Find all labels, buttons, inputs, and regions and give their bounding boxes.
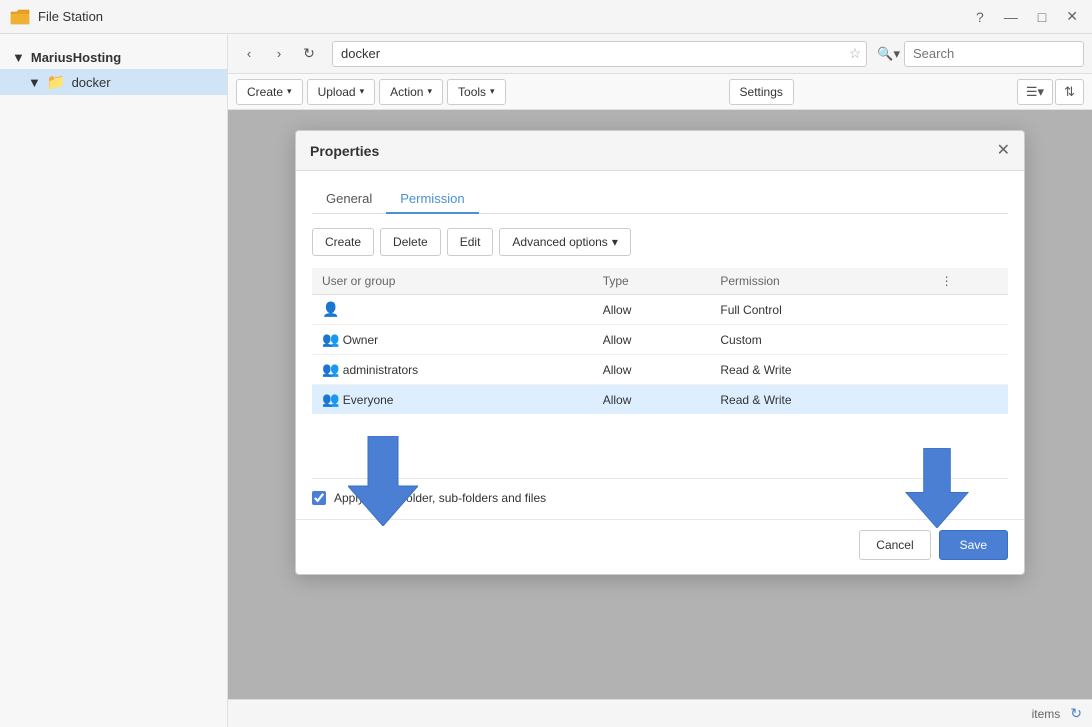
caret-icon: ▾ (427, 86, 432, 97)
app-title: File Station (38, 9, 103, 24)
sidebar-group-header[interactable]: ▼ MariusHosting (0, 46, 227, 69)
col-header-user: User or group (312, 268, 593, 295)
upload-button[interactable]: Upload ▾ (307, 79, 376, 105)
perm-cell: Full Control (710, 295, 930, 325)
caret-icon: ▾ (490, 86, 495, 97)
table-row[interactable]: 👥 Owner Allow Custom (312, 325, 1008, 355)
chevron-right-icon: ▼ (28, 75, 41, 90)
help-button[interactable]: ? (972, 7, 988, 27)
user-cell: 👥 administrators (312, 355, 593, 385)
type-cell: Allow (593, 385, 711, 415)
tab-permission[interactable]: Permission (386, 185, 478, 214)
view-controls: ☰▾ ⇅ (1017, 79, 1084, 105)
properties-modal: Properties ✕ General Permission Create (295, 130, 1025, 575)
save-button[interactable]: Save (939, 530, 1008, 560)
type-cell: Allow (593, 325, 711, 355)
type-cell: Allow (593, 355, 711, 385)
sidebar-group: ▼ MariusHosting ▼ 📁 docker (0, 42, 227, 99)
action-button[interactable]: Action ▾ (379, 79, 443, 105)
search-icon-button[interactable]: 🔍▾ (877, 46, 900, 62)
list-view-button[interactable]: ☰▾ (1017, 79, 1053, 105)
status-bar: items ↻ (228, 699, 1092, 727)
more-cell (931, 325, 1008, 355)
col-header-more: ⋮ (931, 268, 1008, 295)
address-bar-container: ☆ (332, 41, 867, 67)
perm-create-button[interactable]: Create (312, 228, 374, 256)
permission-table: User or group Type Permission ⋮ 👤 (312, 268, 1008, 414)
sidebar: ▼ MariusHosting ▼ 📁 docker (0, 34, 228, 727)
permission-buttons: Create Delete Edit Advanced options ▾ (312, 228, 1008, 256)
cancel-button[interactable]: Cancel (859, 530, 930, 560)
address-input[interactable] (332, 41, 867, 67)
sort-button[interactable]: ⇅ (1055, 79, 1084, 105)
modal-body: General Permission Create Delete Edit Ad… (296, 171, 1024, 428)
perm-delete-button[interactable]: Delete (380, 228, 441, 256)
close-button[interactable]: ✕ (1062, 6, 1082, 27)
group-icon: 👥 (322, 331, 339, 347)
toolbar: ‹ › ↻ ☆ 🔍▾ (228, 34, 1092, 74)
items-count: items (1032, 707, 1061, 721)
chevron-down-icon: ▼ (12, 50, 25, 65)
modal-header: Properties ✕ (296, 131, 1024, 171)
search-container: 🔍▾ (877, 41, 1084, 67)
sidebar-item-docker[interactable]: ▼ 📁 docker (0, 69, 227, 95)
type-cell: Allow (593, 295, 711, 325)
search-input[interactable] (904, 41, 1084, 67)
minimize-button[interactable]: — (1000, 7, 1022, 27)
caret-icon: ▾ (360, 86, 365, 97)
more-cell (931, 355, 1008, 385)
user-icon: 👤 (322, 301, 339, 317)
modal-overlay: Properties ✕ General Permission Create (228, 110, 1092, 699)
more-cell (931, 385, 1008, 415)
user-cell: 👥 Everyone (312, 385, 593, 415)
content-area: ‹ › ↻ ☆ 🔍▾ Create ▾ Upload ▾ Actio (228, 34, 1092, 727)
bookmark-icon[interactable]: ☆ (849, 45, 862, 62)
arrow-right-indicator (902, 448, 972, 528)
more-cell (931, 295, 1008, 325)
table-row[interactable]: 👥 Everyone Allow Read & Write (312, 385, 1008, 415)
caret-icon: ▾ (612, 235, 618, 249)
modal-title: Properties (310, 143, 379, 159)
sidebar-item-label: docker (72, 75, 111, 90)
caret-icon: ▾ (287, 86, 292, 97)
arrow-left-indicator (348, 436, 418, 526)
perm-cell: Custom (710, 325, 930, 355)
apply-checkbox[interactable] (312, 491, 326, 505)
user-cell: 👥 Owner (312, 325, 593, 355)
perm-advanced-button[interactable]: Advanced options ▾ (499, 228, 630, 256)
perm-cell: Read & Write (710, 355, 930, 385)
table-header-row: User or group Type Permission ⋮ (312, 268, 1008, 295)
down-arrow-right-icon (902, 448, 972, 528)
tab-general[interactable]: General (312, 185, 386, 214)
table-row[interactable]: 👥 administrators Allow Read & Write (312, 355, 1008, 385)
folder-icon (10, 7, 30, 27)
create-button[interactable]: Create ▾ (236, 79, 303, 105)
file-area: Properties ✕ General Permission Create (228, 110, 1092, 699)
col-header-type: Type (593, 268, 711, 295)
table-row[interactable]: 👤 Allow Full Control (312, 295, 1008, 325)
maximize-button[interactable]: □ (1034, 7, 1050, 27)
perm-cell: Read & Write (710, 385, 930, 415)
folder-icon: 📁 (47, 73, 66, 91)
down-arrow-left-icon (348, 436, 418, 526)
forward-button[interactable]: › (266, 41, 292, 67)
user-cell: 👤 (312, 295, 593, 325)
modal-footer-area: Apply to this folder, sub-folders and fi… (296, 428, 1024, 519)
action-bar: Create ▾ Upload ▾ Action ▾ Tools ▾ Setti… (228, 74, 1092, 110)
refresh-button[interactable]: ↻ (296, 41, 322, 67)
title-bar: File Station ? — □ ✕ (0, 0, 1092, 34)
modal-tabs: General Permission (312, 185, 1008, 214)
perm-edit-button[interactable]: Edit (447, 228, 494, 256)
settings-button[interactable]: Settings (729, 79, 794, 105)
sidebar-group-label: MariusHosting (31, 50, 121, 65)
group-icon: 👥 (322, 361, 339, 377)
refresh-status-button[interactable]: ↻ (1070, 705, 1082, 722)
group-icon: 👥 (322, 391, 339, 407)
back-button[interactable]: ‹ (236, 41, 262, 67)
tools-button[interactable]: Tools ▾ (447, 79, 506, 105)
col-header-perm: Permission (710, 268, 930, 295)
modal-close-button[interactable]: ✕ (997, 143, 1010, 159)
